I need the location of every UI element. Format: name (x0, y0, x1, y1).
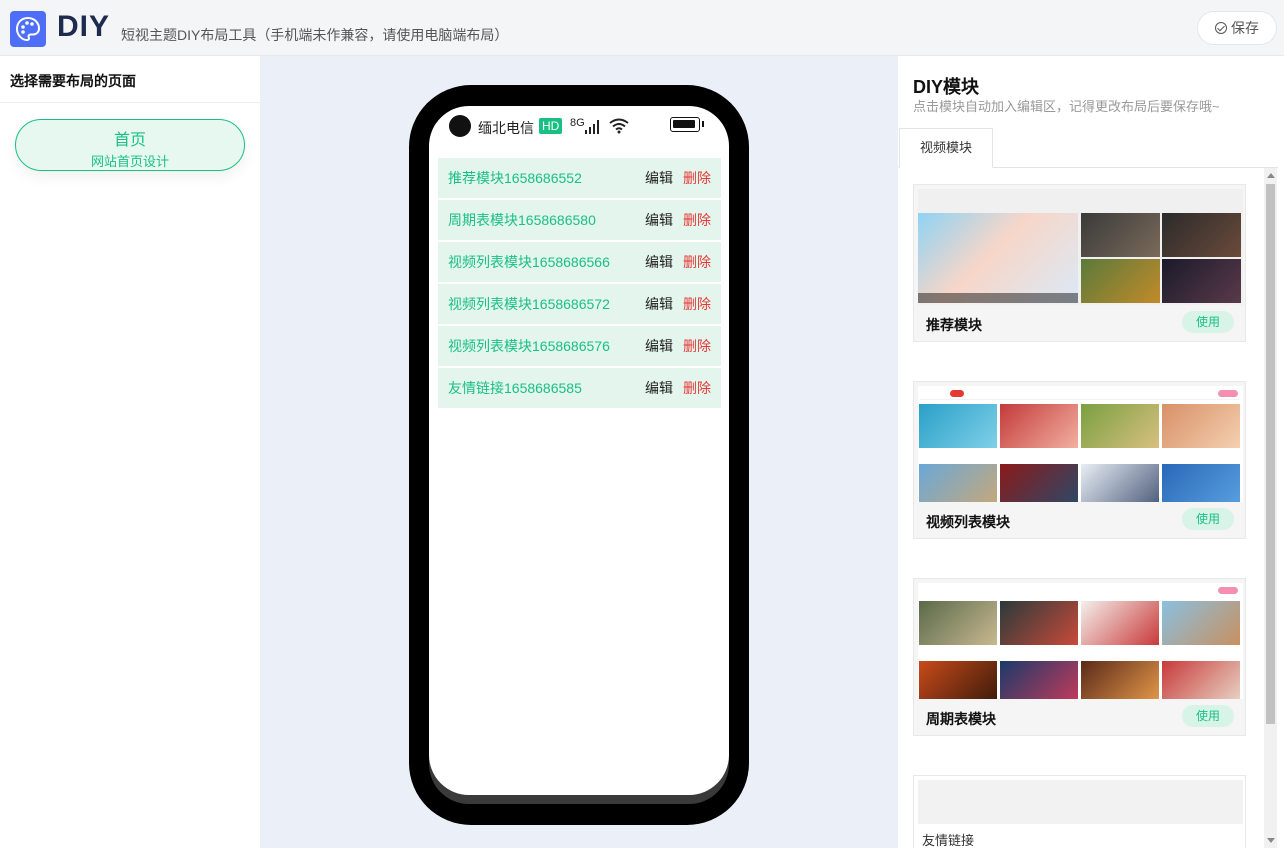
delete-button[interactable]: 删除 (683, 210, 711, 230)
module-list: 推荐模块1658686552 编辑 删除 周期表模块1658686580 编辑 … (438, 158, 721, 410)
page-card-home[interactable]: 首页 网站首页设计 (15, 119, 245, 171)
phone-frame: 缅北电信 HD 8G 推荐模块1658686552 编辑 删除 周期表模块165… (409, 85, 749, 825)
module-row[interactable]: 视频列表模块1658686576 编辑 删除 (438, 326, 721, 366)
check-circle-icon (1215, 22, 1227, 34)
module-row[interactable]: 推荐模块1658686552 编辑 删除 (438, 158, 721, 198)
phone-screen: 缅北电信 HD 8G 推荐模块1658686552 编辑 删除 周期表模块165… (429, 106, 729, 795)
edit-button[interactable]: 编辑 (645, 210, 673, 230)
diy-module-panel: DIY模块 点击模块自动加入编辑区，记得更改布局后要保存哦~ 视频模块 推荐模块… (898, 56, 1284, 848)
save-button[interactable]: 保存 (1197, 11, 1277, 45)
use-button[interactable]: 使用 (1182, 508, 1234, 530)
scrollbar-thumb[interactable] (1266, 184, 1275, 724)
signal-icon (585, 120, 599, 134)
scroll-up-icon[interactable] (1267, 173, 1275, 178)
carrier-name: 缅北电信 (478, 120, 534, 136)
module-row[interactable]: 视频列表模块1658686566 编辑 删除 (438, 242, 721, 282)
delete-button[interactable]: 删除 (683, 378, 711, 398)
page-card-name: 首页 (113, 132, 146, 149)
camera-icon (449, 115, 471, 137)
module-preview-image (918, 780, 1243, 824)
module-card-name: 周期表模块 (926, 711, 996, 727)
module-row[interactable]: 友情链接1658686585 编辑 删除 (438, 368, 721, 408)
palette-icon (10, 11, 46, 47)
page-selector-title: 选择需要布局的页面 (0, 56, 260, 103)
page-card-desc: 网站首页设计 (90, 154, 169, 169)
module-card-name: 视频列表模块 (926, 514, 1010, 530)
page-subtitle: 短视主题DIY布局工具（手机端未作兼容，请使用电脑端布局） (121, 27, 509, 43)
status-bar: 缅北电信 HD 8G (429, 106, 729, 150)
use-button[interactable]: 使用 (1182, 705, 1234, 727)
module-card-name: 友情链接 (922, 833, 975, 848)
module-tabs: 视频模块 (898, 128, 1278, 168)
edit-button[interactable]: 编辑 (645, 378, 673, 398)
delete-button[interactable]: 删除 (683, 252, 711, 272)
wifi-icon (609, 118, 629, 134)
edit-button[interactable]: 编辑 (645, 168, 673, 188)
edit-button[interactable]: 编辑 (645, 294, 673, 314)
module-name: 视频列表模块1658686576 (448, 338, 610, 354)
module-name: 周期表模块1658686580 (448, 212, 596, 228)
edit-button[interactable]: 编辑 (645, 336, 673, 356)
network-type: 8G (570, 117, 585, 129)
module-name: 视频列表模块1658686566 (448, 254, 610, 270)
module-name: 视频列表模块1658686572 (448, 296, 610, 312)
module-row[interactable]: 周期表模块1658686580 编辑 删除 (438, 200, 721, 240)
module-card-recommend[interactable]: 推荐模块 使用 (913, 184, 1246, 342)
app-header: DIY 短视主题DIY布局工具（手机端未作兼容，请使用电脑端布局） 保存 (0, 0, 1284, 56)
delete-button[interactable]: 删除 (683, 336, 711, 356)
module-card-name: 推荐模块 (926, 317, 982, 333)
module-card-periodic[interactable]: 周期表模块 使用 (913, 578, 1246, 736)
scrollbar[interactable] (1264, 168, 1277, 848)
battery-icon (670, 117, 704, 132)
hd-badge: HD (539, 118, 563, 134)
edit-button[interactable]: 编辑 (645, 252, 673, 272)
module-name: 推荐模块1658686552 (448, 170, 582, 186)
module-name: 友情链接1658686585 (448, 380, 582, 396)
brand-title: DIY (57, 10, 111, 43)
module-card-friend-links[interactable]: 友情链接 (913, 775, 1246, 848)
module-row[interactable]: 视频列表模块1658686572 编辑 删除 (438, 284, 721, 324)
editor-canvas: 缅北电信 HD 8G 推荐模块1658686552 编辑 删除 周期表模块165… (260, 56, 898, 848)
save-label: 保存 (1231, 20, 1259, 36)
panel-subtitle: 点击模块自动加入编辑区，记得更改布局后要保存哦~ (913, 99, 1220, 114)
delete-button[interactable]: 删除 (683, 168, 711, 188)
module-gallery: 推荐模块 使用 视频列表模块 使用 周期表模块 使用 友情链接 (898, 168, 1278, 848)
tab-video-modules[interactable]: 视频模块 (899, 128, 993, 168)
page-selector-panel: 选择需要布局的页面 首页 网站首页设计 (0, 56, 260, 848)
scroll-down-icon[interactable] (1267, 838, 1275, 843)
delete-button[interactable]: 删除 (683, 294, 711, 314)
use-button[interactable]: 使用 (1182, 311, 1234, 333)
module-card-video-list[interactable]: 视频列表模块 使用 (913, 381, 1246, 539)
